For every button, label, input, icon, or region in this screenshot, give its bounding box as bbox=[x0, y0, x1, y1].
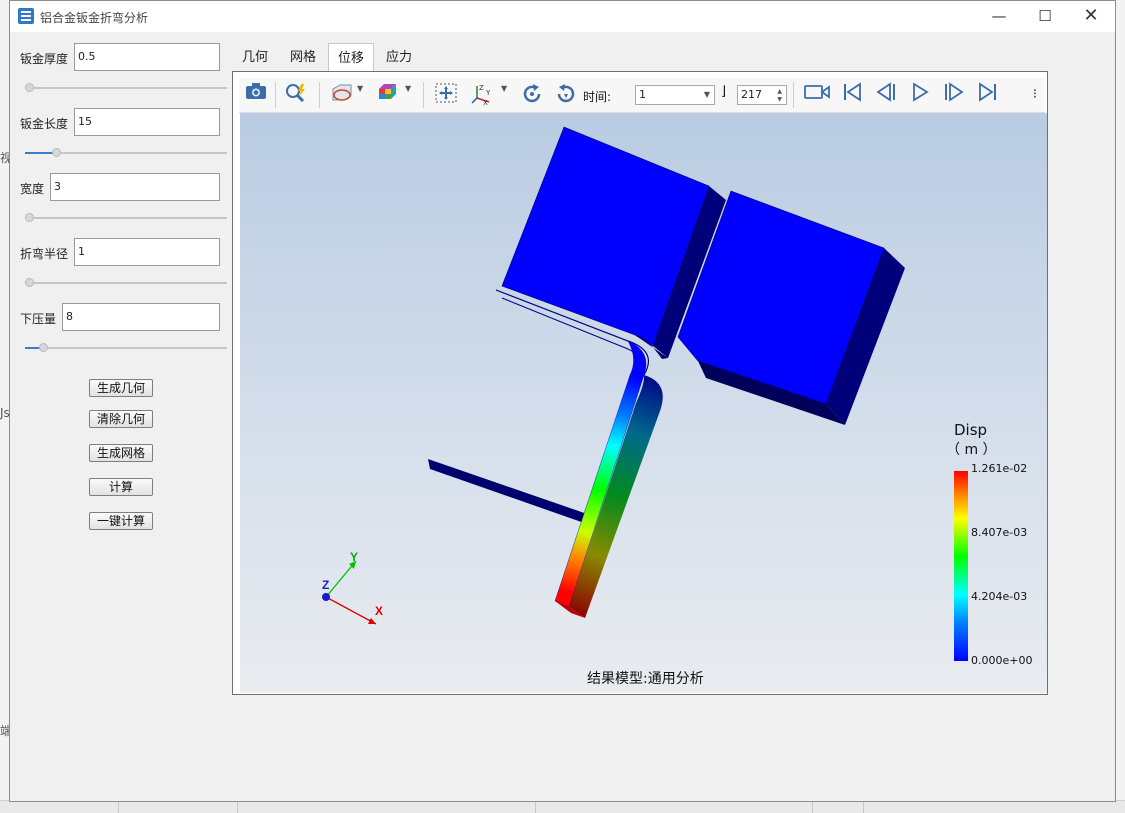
rotate-ccw-icon[interactable] bbox=[553, 82, 579, 108]
time-label: 时间: bbox=[583, 90, 612, 104]
generate-mesh-button[interactable]: 生成网格 bbox=[89, 444, 153, 462]
param-press-depth: 下压量 8 bbox=[20, 303, 227, 363]
color-cube-dropdown-icon[interactable]: ▼ bbox=[405, 84, 411, 93]
title-bar: 铝合金钣金折弯分析 — ☐ ✕ bbox=[10, 1, 1115, 32]
legend-tick-min: 0.000e+00 bbox=[971, 654, 1033, 667]
svg-text:Z: Z bbox=[479, 84, 484, 92]
clear-geometry-button[interactable]: 清除几何 bbox=[89, 410, 153, 428]
camera-icon[interactable] bbox=[243, 82, 269, 108]
result-caption: 结果模型:通用分析 bbox=[587, 671, 704, 687]
next-frame-icon[interactable] bbox=[941, 82, 967, 108]
legend-tick-max: 1.261e-02 bbox=[971, 462, 1028, 475]
time-select[interactable]: 1 ▼ bbox=[635, 85, 715, 105]
close-button[interactable]: ✕ bbox=[1068, 1, 1114, 32]
param-thickness: 钣金厚度 0.5 bbox=[20, 43, 227, 103]
tab-stress[interactable]: 应力 bbox=[376, 43, 422, 72]
record-icon[interactable] bbox=[803, 82, 831, 108]
result-scene: Y Z X Disp （ m ） 1.261e-02 8.407e-03 4.2… bbox=[240, 113, 1047, 693]
time-select-value: 1 bbox=[639, 88, 646, 101]
axis-x-label: X bbox=[375, 604, 383, 618]
press-depth-slider[interactable] bbox=[25, 342, 227, 354]
svg-text:X: X bbox=[483, 99, 488, 106]
tab-displacement[interactable]: 位移 bbox=[328, 43, 374, 72]
last-frame-icon[interactable] bbox=[975, 82, 1001, 108]
frame-spinbox-value: 217 bbox=[741, 88, 762, 101]
toolbar-overflow-icon[interactable]: ⁝ bbox=[1029, 82, 1041, 108]
frame-bracket-icon: ⌋ bbox=[721, 84, 727, 99]
bend-radius-label: 折弯半径 bbox=[20, 247, 69, 261]
deformed-model: Y Z X bbox=[322, 126, 968, 661]
rotate-cw-icon[interactable] bbox=[519, 82, 545, 108]
legend-tick-3: 4.204e-03 bbox=[971, 590, 1028, 603]
thickness-input[interactable]: 0.5 bbox=[74, 43, 220, 71]
thickness-label: 钣金厚度 bbox=[20, 52, 69, 66]
width-slider-thumb[interactable] bbox=[25, 213, 34, 222]
spin-arrows-icon[interactable]: ▲ ▼ bbox=[777, 88, 782, 104]
sheet-side bbox=[428, 459, 593, 525]
width-input[interactable]: 3 bbox=[50, 173, 220, 201]
maximize-button[interactable]: ☐ bbox=[1022, 1, 1068, 32]
generate-geometry-button[interactable]: 生成几何 bbox=[89, 379, 153, 397]
width-label: 宽度 bbox=[20, 182, 45, 196]
compute-button[interactable]: 计算 bbox=[89, 478, 153, 496]
tab-geometry[interactable]: 几何 bbox=[232, 43, 278, 72]
length-input[interactable]: 15 bbox=[74, 108, 220, 136]
bend-radius-input[interactable]: 1 bbox=[74, 238, 220, 266]
bend-radius-slider-thumb[interactable] bbox=[25, 278, 34, 287]
axis-z-label: Z bbox=[322, 578, 329, 592]
axis-icon[interactable]: ZYX bbox=[469, 82, 495, 108]
press-depth-label: 下压量 bbox=[20, 312, 57, 326]
result-viewport: ▼ ▼ ZYX ▼ 时间: 1 ▼ ⌋ 217 ▲ ▼ ⁝ Y Z X Disp… bbox=[232, 71, 1048, 695]
axis-triad: Y Z X bbox=[322, 550, 383, 625]
param-bend-radius: 折弯半径 1 bbox=[20, 238, 227, 298]
window-title: 铝合金钣金折弯分析 bbox=[40, 11, 149, 25]
press-depth-input[interactable]: 8 bbox=[62, 303, 220, 331]
chevron-down-icon: ▼ bbox=[703, 90, 710, 99]
prev-frame-icon[interactable] bbox=[873, 82, 899, 108]
param-width: 宽度 3 bbox=[20, 173, 227, 233]
width-slider[interactable] bbox=[25, 212, 227, 224]
one-click-compute-button[interactable]: 一键计算 bbox=[89, 512, 153, 530]
viewer-toolbar: ▼ ▼ ZYX ▼ 时间: 1 ▼ ⌋ 217 ▲ ▼ ⁝ bbox=[239, 78, 1045, 113]
color-cube-icon[interactable] bbox=[375, 82, 401, 108]
bend-radius-slider[interactable] bbox=[25, 277, 227, 289]
display-mode-dropdown-icon[interactable]: ▼ bbox=[357, 84, 363, 93]
press-depth-slider-thumb[interactable] bbox=[39, 343, 48, 352]
param-length: 钣金长度 15 bbox=[20, 108, 227, 168]
length-slider[interactable] bbox=[25, 147, 227, 159]
legend-unit: （ m ） bbox=[946, 442, 997, 458]
svg-text:Y: Y bbox=[485, 89, 491, 97]
query-icon[interactable] bbox=[283, 82, 309, 108]
length-label: 钣金长度 bbox=[20, 117, 69, 131]
legend-title: Disp bbox=[954, 421, 988, 439]
app-icon bbox=[18, 8, 34, 24]
app-window: 铝合金钣金折弯分析 — ☐ ✕ 钣金厚度 0.5 钣金长度 15 宽度 3 折弯… bbox=[9, 0, 1116, 802]
thickness-slider[interactable] bbox=[25, 82, 227, 94]
axis-dropdown-icon[interactable]: ▼ bbox=[501, 84, 507, 93]
length-slider-thumb[interactable] bbox=[52, 148, 61, 157]
tab-mesh[interactable]: 网格 bbox=[280, 43, 326, 72]
flange-side bbox=[569, 375, 663, 618]
display-mode-icon[interactable] bbox=[329, 82, 355, 108]
axis-y-label: Y bbox=[350, 550, 358, 564]
minimize-button[interactable]: — bbox=[976, 1, 1022, 32]
thickness-slider-thumb[interactable] bbox=[25, 83, 34, 92]
fit-view-icon[interactable] bbox=[433, 82, 459, 108]
legend-color-bar bbox=[954, 471, 968, 661]
first-frame-icon[interactable] bbox=[839, 82, 865, 108]
play-icon[interactable] bbox=[907, 82, 933, 108]
frame-spinbox[interactable]: 217 ▲ ▼ bbox=[737, 85, 787, 105]
legend-tick-2: 8.407e-03 bbox=[971, 526, 1028, 539]
